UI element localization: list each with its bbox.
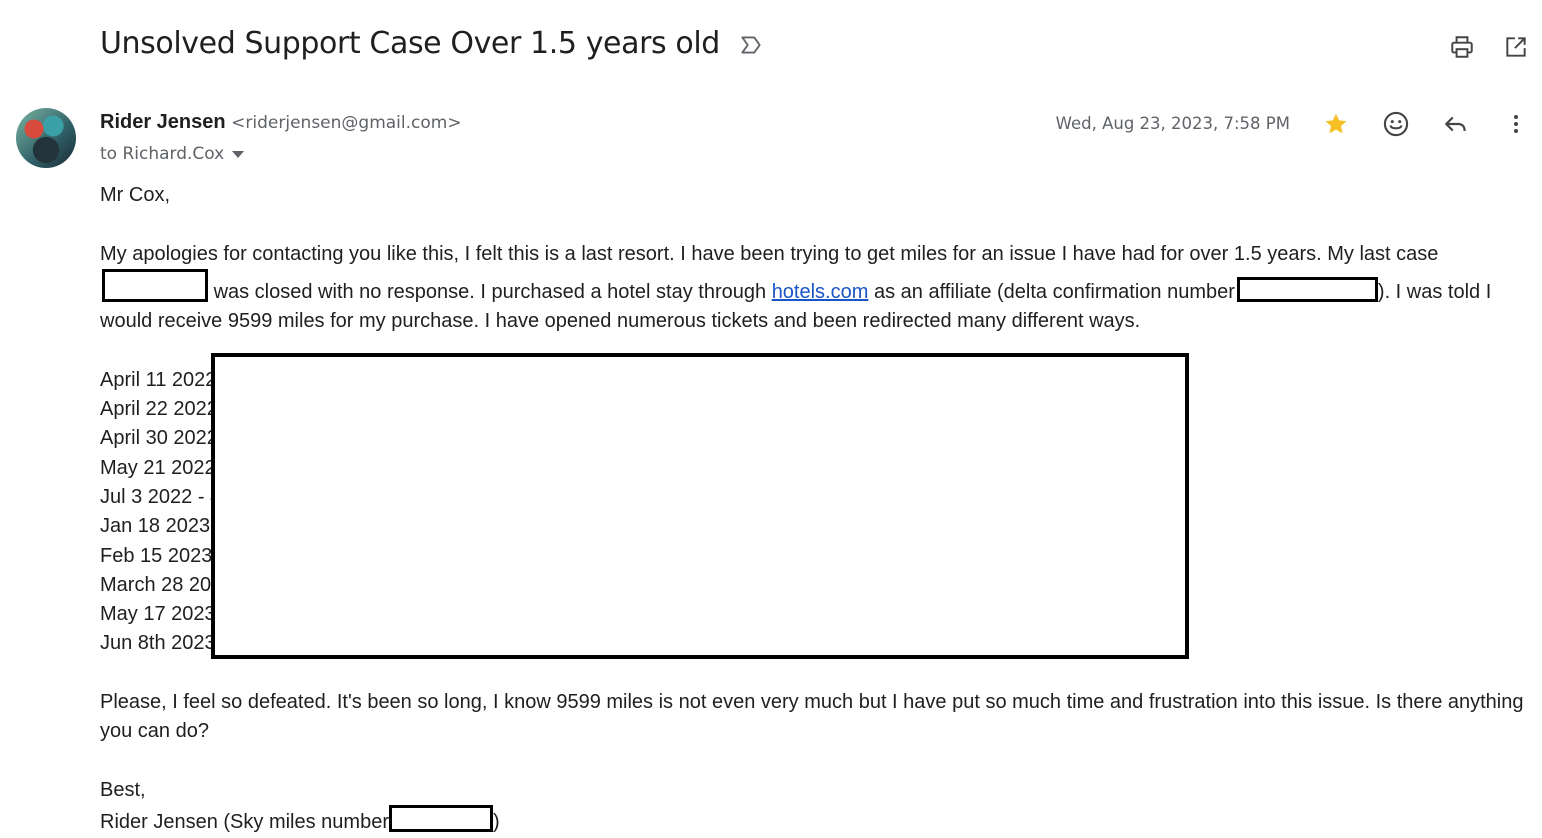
- paragraph-1: My apologies for contacting you like thi…: [100, 240, 1532, 337]
- sender-email: <riderjensen@gmail.com>: [231, 113, 462, 133]
- email-date: Wed, Aug 23, 2023, 7:58 PM: [1055, 114, 1290, 133]
- signature: Rider Jensen (Sky miles number): [100, 805, 1532, 837]
- redacted-case-details: [211, 352, 1189, 659]
- star-icon[interactable]: [1322, 110, 1350, 138]
- paragraph-1-text-c: as an affiliate (delta confirmation numb…: [873, 280, 1235, 303]
- importance-marker-icon[interactable]: [738, 31, 764, 57]
- message-actions: [1322, 110, 1530, 138]
- dropdown-arrow-icon: [232, 144, 245, 164]
- closing: Best,: [100, 778, 146, 801]
- subject-text: Unsolved Support Case Over 1.5 years old: [100, 26, 720, 61]
- redacted-sky-miles-number: [389, 805, 493, 833]
- sender-info: Rider Jensen <riderjensen@gmail.com>: [100, 111, 462, 134]
- paragraph-2: Please, I feel so defeated. It's been so…: [100, 691, 1524, 743]
- redacted-case-number: [102, 268, 208, 302]
- paragraph-1-text-a: My apologies for contacting you like thi…: [100, 242, 1439, 265]
- open-in-new-window-icon[interactable]: [1502, 33, 1530, 61]
- paragraph-1-text-b: was closed with no response. I purchased…: [213, 280, 767, 303]
- reply-icon[interactable]: [1442, 110, 1470, 138]
- sender-avatar[interactable]: [16, 108, 76, 168]
- hotels-link[interactable]: hotels.com: [772, 281, 869, 303]
- case-date-list: April 11 2022 April 22 2022 April 30 202…: [100, 352, 1532, 659]
- more-vert-icon[interactable]: [1502, 110, 1530, 138]
- print-icon[interactable]: [1448, 33, 1476, 61]
- sender-name[interactable]: Rider Jensen: [100, 111, 226, 133]
- email-subject: Unsolved Support Case Over 1.5 years old: [100, 26, 764, 61]
- recipient-text: to Richard.Cox: [100, 144, 225, 164]
- redacted-confirmation-number: [1236, 276, 1378, 302]
- greeting: Mr Cox,: [100, 184, 170, 206]
- emoji-reaction-icon[interactable]: [1382, 110, 1410, 138]
- recipient-details-toggle[interactable]: to Richard.Cox: [100, 144, 245, 164]
- thread-actions: [1448, 33, 1530, 61]
- email-body: Mr Cox, My apologies for contacting you …: [100, 181, 1532, 838]
